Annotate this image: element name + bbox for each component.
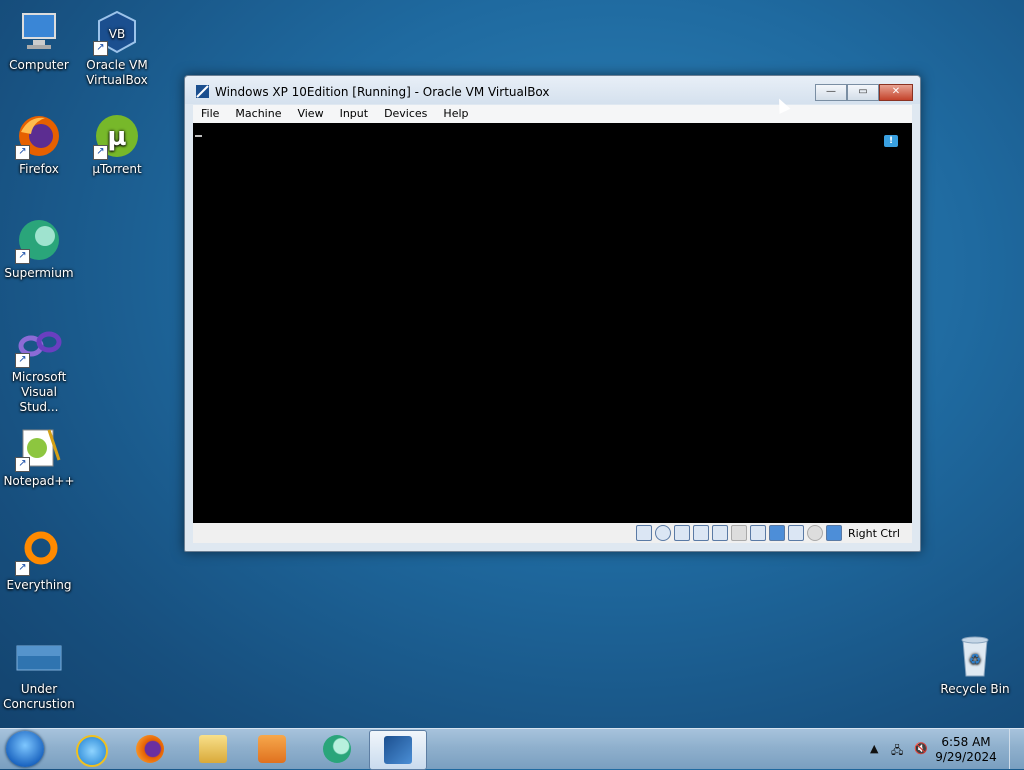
keyboard-icon[interactable] [825, 525, 842, 541]
taskbar-internet-explorer[interactable] [62, 730, 118, 768]
utorrent-icon: µ ↗ [93, 112, 141, 160]
menubar: File Machine View Input Devices Help [193, 105, 912, 123]
notification-icon[interactable]: ! [884, 135, 898, 147]
media-player-icon [258, 735, 286, 763]
desktop-icon-firefox[interactable]: ↗ Firefox [0, 112, 78, 177]
virtualbox-xp-icon [384, 736, 412, 764]
shortcut-arrow-icon: ↗ [15, 561, 30, 576]
virtualbox-icon [195, 84, 210, 99]
menu-devices[interactable]: Devices [376, 105, 435, 123]
display-icon[interactable] [749, 525, 766, 541]
desktop-icon-label: Oracle VM VirtualBox [86, 58, 148, 87]
desktop-icon-recycle-bin[interactable]: ♻ Recycle Bin [936, 632, 1014, 697]
window-titlebar[interactable]: Windows XP 10Edition [Running] - Oracle … [185, 76, 920, 104]
menu-help[interactable]: Help [435, 105, 476, 123]
taskbar-media-player[interactable] [244, 730, 300, 768]
status-bar: Right Ctrl [193, 523, 912, 543]
shortcut-arrow-icon: ↗ [15, 249, 30, 264]
maximize-button[interactable]: ▭ [847, 84, 879, 101]
volume-muted-icon[interactable]: 🔇 [914, 742, 928, 755]
folder-image-icon [15, 632, 63, 680]
everything-icon: ↗ [15, 528, 63, 576]
explorer-icon [199, 735, 227, 763]
window-title: Windows XP 10Edition [Running] - Oracle … [215, 85, 550, 99]
host-key-label: Right Ctrl [847, 526, 900, 540]
svg-text:♻: ♻ [969, 652, 982, 668]
vm-display[interactable]: ! [193, 123, 912, 523]
optical-drive-icon[interactable] [654, 525, 671, 541]
network-icon[interactable] [692, 525, 709, 541]
start-button[interactable] [6, 731, 44, 767]
cpu-icon[interactable] [787, 525, 804, 541]
show-hidden-icons-icon[interactable]: ▲ [870, 742, 878, 755]
desktop-icon-label: Firefox [19, 162, 59, 176]
show-desktop-button[interactable] [1009, 729, 1024, 769]
mouse-integration-icon[interactable] [806, 525, 823, 541]
desktop-icon-label: Under Concrustion [3, 682, 75, 711]
taskbar: ▲ 🖧 🔇 6:58 AM 9/29/2024 [0, 728, 1024, 770]
taskbar-supermium[interactable] [309, 730, 365, 768]
network-icon[interactable]: 🖧 [891, 742, 903, 761]
desktop-icon-label: Notepad++ [3, 474, 75, 488]
desktop-icon-computer[interactable]: Computer [0, 8, 78, 73]
desktop-icon-virtualbox[interactable]: VB ↗ Oracle VM VirtualBox [78, 8, 156, 88]
svg-text:VB: VB [109, 27, 125, 41]
shortcut-arrow-icon: ↗ [15, 457, 30, 472]
clock[interactable]: 6:58 AM 9/29/2024 [934, 735, 998, 765]
minimize-button[interactable]: — [815, 84, 847, 101]
shortcut-arrow-icon: ↗ [93, 41, 108, 56]
clock-date: 9/29/2024 [935, 750, 997, 764]
desktop-icon-label: Supermium [4, 266, 74, 280]
virtualbox-icon: VB ↗ [93, 8, 141, 56]
desktop-icon-visual-studio[interactable]: ↗ Microsoft Visual Stud... [0, 320, 78, 415]
recycle-bin-icon: ♻ [951, 632, 999, 680]
shortcut-arrow-icon: ↗ [15, 353, 30, 368]
firefox-icon [136, 735, 164, 763]
desktop-icon-label: Computer [9, 58, 69, 72]
firefox-icon: ↗ [15, 112, 63, 160]
usb-icon[interactable] [711, 525, 728, 541]
close-button[interactable]: ✕ [879, 84, 913, 101]
menu-machine[interactable]: Machine [227, 105, 289, 123]
desktop-icon-supermium[interactable]: ↗ Supermium [0, 216, 78, 281]
hard-disk-icon[interactable] [635, 525, 652, 541]
taskbar-virtualbox-xp[interactable] [369, 730, 427, 770]
video-capture-icon[interactable] [768, 525, 785, 541]
clock-time: 6:58 AM [941, 735, 991, 749]
supermium-icon [323, 735, 351, 763]
audio-icon[interactable] [673, 525, 690, 541]
desktop-icon-label: Microsoft Visual Stud... [11, 370, 67, 414]
shortcut-arrow-icon: ↗ [15, 145, 30, 160]
computer-icon [15, 8, 63, 56]
shared-folders-icon[interactable] [730, 525, 747, 541]
internet-explorer-icon [76, 735, 108, 767]
supermium-icon: ↗ [15, 216, 63, 264]
desktop-icon-under-concrustion[interactable]: Under Concrustion [0, 632, 78, 712]
text-cursor [195, 135, 202, 137]
taskbar-firefox[interactable] [122, 730, 178, 768]
svg-text:µ: µ [107, 122, 126, 152]
desktop-icon-notepad-plus-plus[interactable]: ↗ Notepad++ [0, 424, 78, 489]
menu-input[interactable]: Input [332, 105, 376, 123]
desktop-icon-label: Everything [6, 578, 72, 592]
visual-studio-icon: ↗ [15, 320, 63, 368]
desktop-icon-label: Recycle Bin [940, 682, 1010, 696]
desktop-icon-label: µTorrent [92, 162, 142, 176]
notepad-plus-plus-icon: ↗ [15, 424, 63, 472]
desktop-icon-everything[interactable]: ↗ Everything [0, 528, 78, 593]
taskbar-explorer[interactable] [185, 730, 241, 768]
virtualbox-window[interactable]: Windows XP 10Edition [Running] - Oracle … [184, 75, 921, 552]
shortcut-arrow-icon: ↗ [93, 145, 108, 160]
menu-file[interactable]: File [193, 105, 227, 123]
desktop-icon-utorrent[interactable]: µ ↗ µTorrent [78, 112, 156, 177]
menu-view[interactable]: View [289, 105, 331, 123]
